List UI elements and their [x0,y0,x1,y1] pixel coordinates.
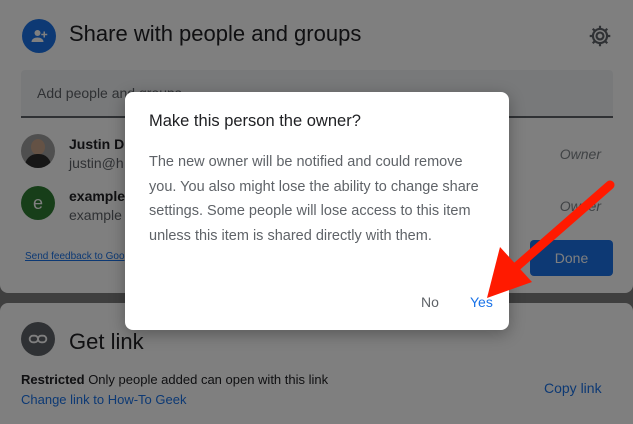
dialog-body: The new owner will be notified and could… [149,154,479,244]
dialog-title: Make this person the owner? [149,112,361,130]
yes-button[interactable]: Yes [470,294,493,310]
make-owner-dialog: Make this person the owner? The new owne… [125,92,509,330]
no-button[interactable]: No [421,294,439,310]
